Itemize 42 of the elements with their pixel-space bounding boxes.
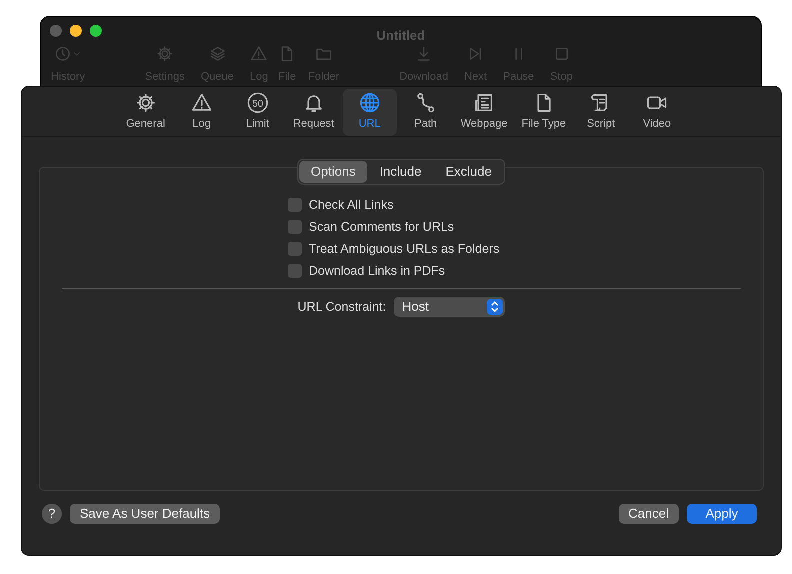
- cancel-button[interactable]: Cancel: [618, 504, 679, 524]
- checkbox-label: Download Links in PDFs: [309, 262, 446, 280]
- checkbox-label: Scan Comments for URLs: [309, 218, 454, 236]
- preference-tab[interactable]: Request: [286, 89, 341, 136]
- preference-tab[interactable]: Path: [398, 89, 453, 136]
- warning-icon: [250, 45, 268, 63]
- zoom-button[interactable]: [90, 25, 102, 37]
- segment-tab[interactable]: Include: [368, 161, 434, 182]
- help-button[interactable]: ?: [42, 504, 62, 524]
- globe-icon: [358, 92, 381, 114]
- url-constraint-label: URL Constraint:: [298, 298, 386, 316]
- checkbox[interactable]: [288, 242, 302, 256]
- checkbox-label: Treat Ambiguous URLs as Folders: [309, 240, 500, 258]
- apply-button[interactable]: Apply: [687, 504, 757, 524]
- layers-icon: [208, 45, 226, 63]
- close-button[interactable]: [50, 25, 62, 37]
- checkbox-label: Check All Links: [309, 196, 394, 214]
- preference-tab[interactable]: File Type: [516, 89, 572, 136]
- preference-tab[interactable]: 50 Limit: [230, 89, 285, 136]
- newspaper-icon: [473, 92, 496, 114]
- checkbox[interactable]: [288, 198, 302, 212]
- gear-icon: [156, 45, 174, 63]
- preference-tab[interactable]: Webpage: [454, 89, 514, 136]
- preference-tab[interactable]: URL: [342, 89, 397, 136]
- url-constraint-popup[interactable]: Host: [394, 297, 506, 317]
- checkbox[interactable]: [288, 220, 302, 234]
- gear-icon: [134, 92, 157, 114]
- path-icon: [414, 92, 437, 114]
- save-defaults-button[interactable]: Save As User Defaults: [70, 504, 220, 524]
- window-title: Untitled: [376, 28, 426, 43]
- minimize-button[interactable]: [70, 25, 82, 37]
- checkbox[interactable]: [288, 264, 302, 278]
- stepper-icon: [487, 299, 504, 315]
- clock-icon: [54, 45, 72, 63]
- preference-tab[interactable]: Log: [174, 89, 229, 136]
- segment-tab[interactable]: Options: [299, 161, 368, 182]
- preference-tab[interactable]: Script: [574, 89, 628, 136]
- warning-icon: [190, 92, 213, 114]
- segment-tab[interactable]: Exclude: [434, 161, 504, 182]
- speed-limit-icon: 50: [246, 92, 269, 114]
- preference-tab[interactable]: General: [118, 89, 173, 136]
- preference-tab[interactable]: Video: [630, 89, 684, 136]
